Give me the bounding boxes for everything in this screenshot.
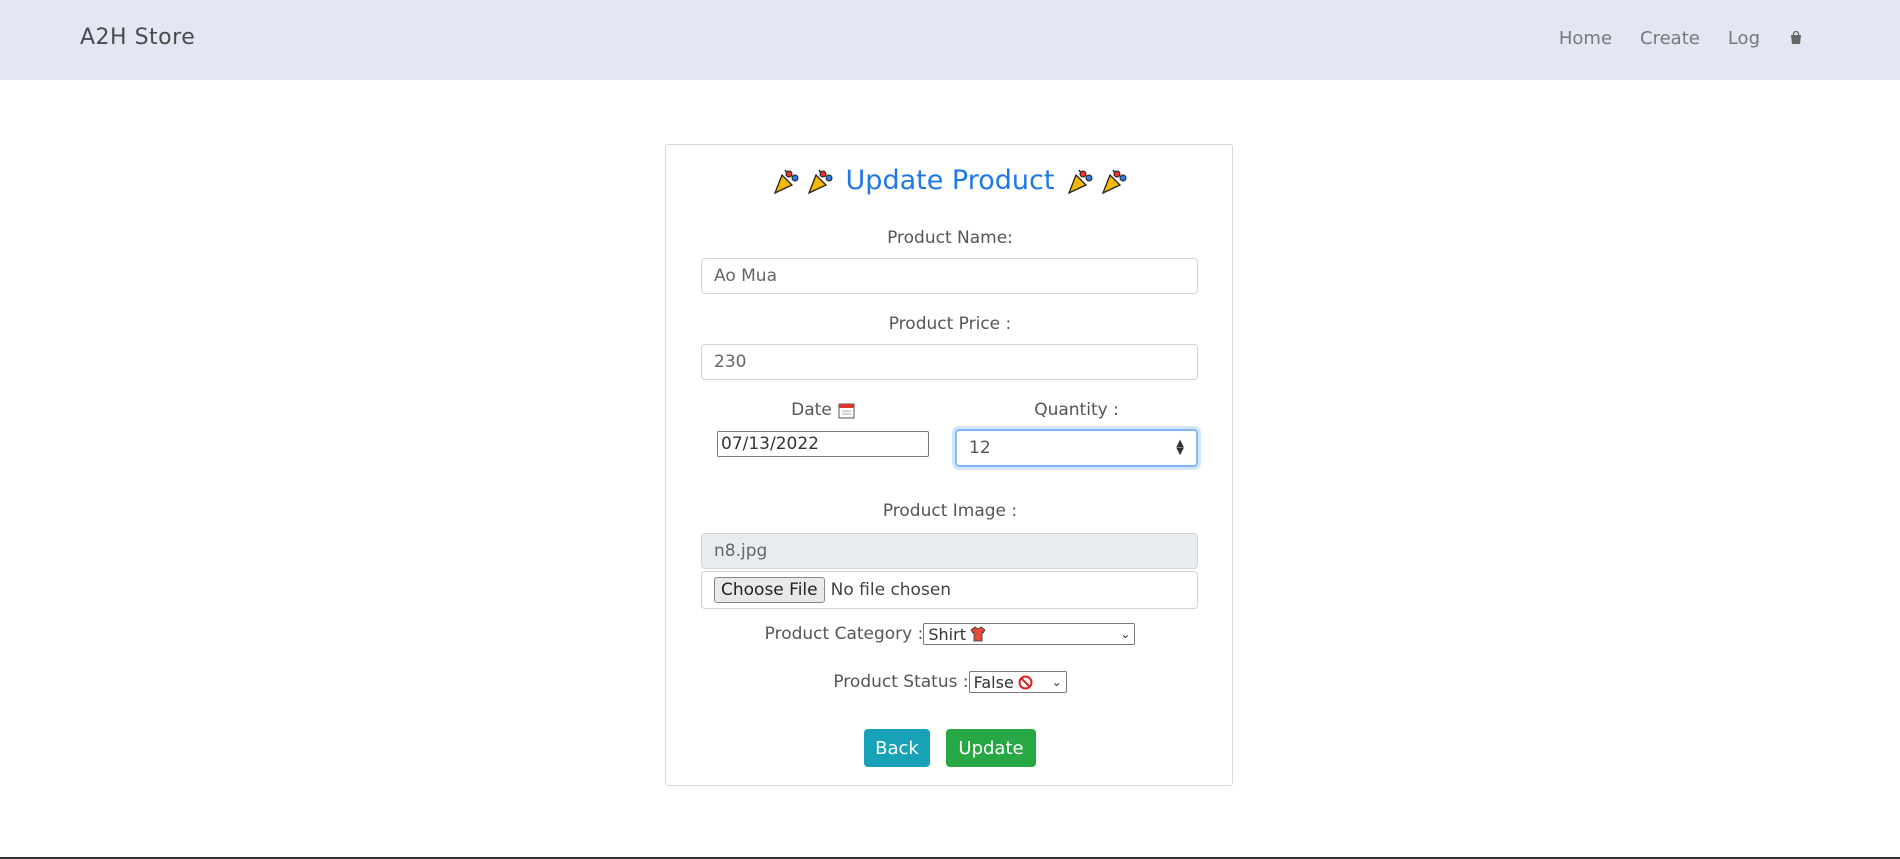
product-price-value: 230	[714, 352, 747, 372]
status-select[interactable]: False ⌄	[968, 671, 1067, 693]
current-image-field: n8.jpg	[701, 533, 1198, 569]
chevron-down-icon: ⌄	[1051, 675, 1062, 689]
file-input[interactable]: Choose File No file chosen	[701, 571, 1198, 609]
navbar: A2H Store Home Create Log	[0, 0, 1900, 80]
calendar-icon	[838, 403, 855, 418]
shopping-bag-icon[interactable]	[1788, 28, 1804, 49]
party-popper-icon	[773, 169, 799, 194]
category-value: Shirt	[928, 624, 966, 644]
party-popper-icon	[1102, 169, 1127, 194]
form-title-row: Update Product	[666, 165, 1234, 196]
status-value: False	[973, 672, 1014, 692]
nav-log[interactable]: Log	[1728, 28, 1760, 49]
product-name-input[interactable]: Ao Mua	[701, 258, 1198, 294]
current-image-value: n8.jpg	[714, 541, 768, 561]
product-name-label: Product Name:	[887, 228, 1013, 248]
date-value: 07/13/2022	[721, 434, 819, 454]
file-status: No file chosen	[830, 580, 952, 600]
status-row: Product Status : False ⌄	[666, 671, 1234, 693]
prohibited-icon	[1018, 675, 1033, 689]
quantity-value: 12	[969, 438, 991, 458]
party-popper-icon	[807, 169, 833, 194]
quantity-stepper[interactable]: 12 ▲ ▼	[955, 429, 1198, 467]
choose-file-button[interactable]: Choose File	[714, 577, 825, 603]
brand-logo[interactable]: A2H Store	[80, 25, 195, 50]
status-label: Product Status :	[833, 672, 969, 692]
update-button[interactable]: Update	[946, 729, 1036, 767]
nav-create[interactable]: Create	[1640, 28, 1700, 49]
t-shirt-icon	[970, 626, 986, 642]
category-row: Product Category : Shirt ⌄	[666, 623, 1234, 645]
chevron-down-icon: ⌄	[1120, 627, 1131, 641]
date-input[interactable]: 07/13/2022	[717, 431, 929, 457]
product-name-value: Ao Mua	[714, 266, 777, 286]
date-label: Date	[791, 400, 832, 420]
date-label-row: Date	[717, 400, 929, 420]
update-product-card: Update Product Product Name: Ao Mua Prod…	[665, 144, 1233, 786]
product-image-label: Product Image :	[882, 501, 1018, 521]
party-popper-icon	[1068, 169, 1093, 194]
page-title: Update Product	[845, 165, 1055, 196]
nav-links: Home Create Log	[1559, 28, 1804, 49]
stepper-arrows-icon[interactable]: ▲ ▼	[1176, 439, 1184, 457]
quantity-label: Quantity :	[1034, 400, 1119, 420]
back-button[interactable]: Back	[864, 729, 930, 767]
category-select[interactable]: Shirt ⌄	[923, 623, 1136, 645]
product-price-label: Product Price :	[888, 314, 1012, 334]
nav-home[interactable]: Home	[1559, 28, 1612, 49]
product-price-input[interactable]: 230	[701, 344, 1198, 380]
category-label: Product Category :	[764, 624, 924, 644]
